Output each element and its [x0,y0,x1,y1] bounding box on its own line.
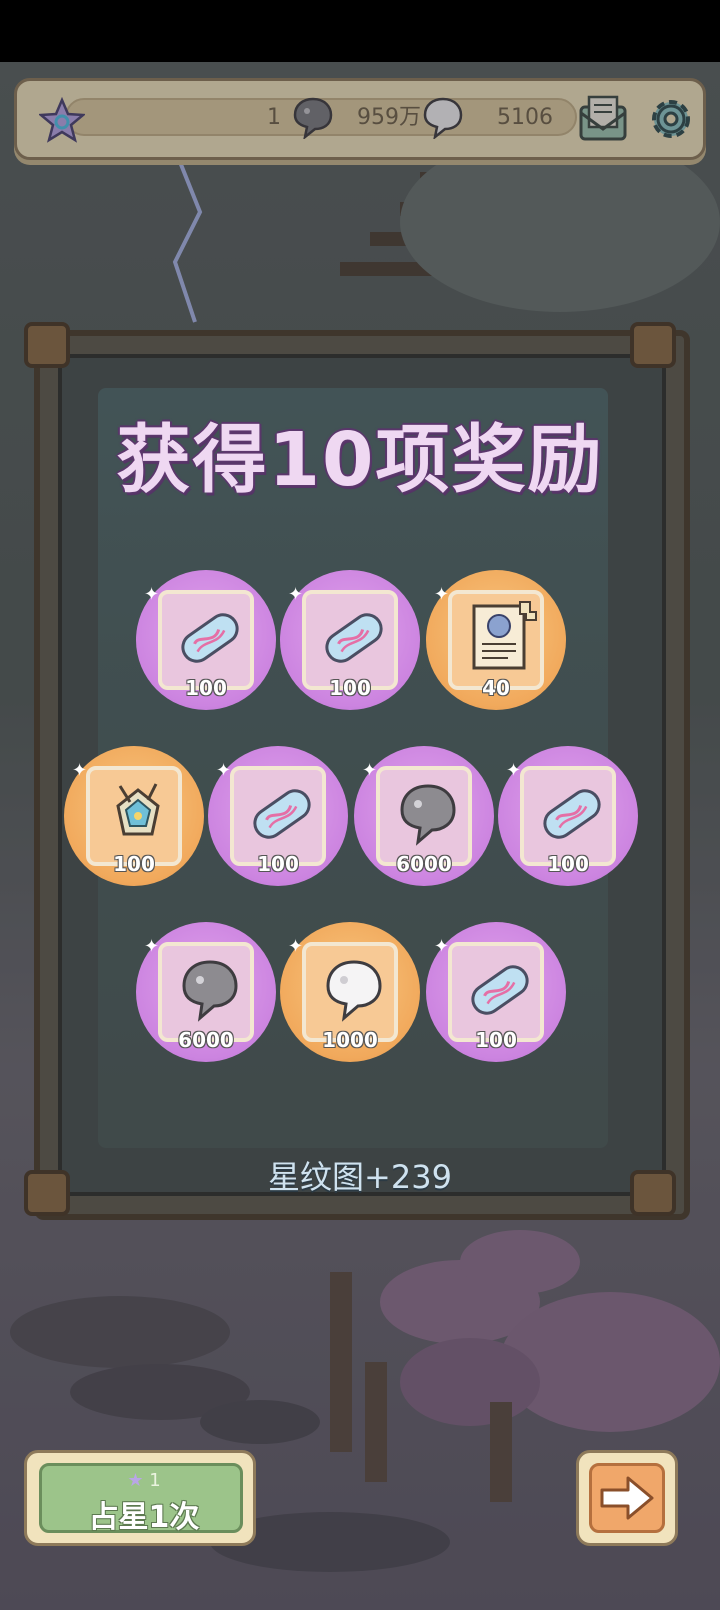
reward-item[interactable]: 100 ✦ [498,746,638,886]
speech-blob-icon [316,952,392,1028]
reward-card [448,590,544,690]
reward-card [448,942,544,1042]
reward-quantity: 100 [329,676,371,700]
reward-item[interactable]: 100 ✦ [64,746,204,886]
sparkle-icon: ✦ [506,760,522,781]
reward-card [302,590,398,690]
reward-card [158,590,254,690]
capsule-icon [316,600,392,676]
sparkle-icon: ✦ [288,936,304,957]
reward-quantity: 100 [475,1028,517,1052]
reward-quantity: 40 [482,676,510,700]
reward-card [520,766,616,866]
reward-dialog-title: 获得10项奖励 [116,417,604,503]
reward-item[interactable]: 100 ✦ [208,746,348,886]
reward-card [376,766,472,866]
reward-card [230,766,326,866]
sparkle-icon: ✦ [216,760,232,781]
astrology-once-label: 占星1次 [88,1500,200,1535]
reward-quantity: 6000 [396,852,452,876]
cost-value: 1 [149,1470,161,1491]
sparkle-icon: ✦ [144,936,160,957]
reward-card [302,942,398,1042]
arrow-right-icon [600,1476,654,1520]
status-bar [0,0,720,62]
reward-quantity: 100 [185,676,227,700]
sparkle-icon: ✦ [434,584,450,605]
reward-quantity: 1000 [322,1028,378,1052]
astrology-once-button-face[interactable]: ★ 1 占星1次 [39,1463,246,1535]
sparkle-icon: ✦ [144,584,160,605]
capsule-icon [462,952,538,1028]
reward-item[interactable]: 100 ✦ [136,570,276,710]
capsule-icon [172,600,248,676]
reward-card [158,942,254,1042]
reward-card [86,766,182,866]
reward-item[interactable]: 100 ✦ [280,570,420,710]
reward-item[interactable]: 40 ✦ [426,570,566,710]
reward-item[interactable]: 1000 ✦ [280,922,420,1062]
scroll-icon [462,600,538,676]
next-button-face[interactable] [589,1463,665,1533]
reward-summary: 星纹图+239 [268,1158,452,1196]
capsule-icon [534,776,610,852]
reward-item[interactable]: 6000 ✦ [136,922,276,1062]
blob-icon [390,776,466,852]
reward-quantity: 100 [257,852,299,876]
astrology-once-button[interactable]: ★ 1 占星1次 [24,1450,256,1546]
relic-icon [100,776,176,852]
sparkle-icon: ✦ [72,760,88,781]
reward-item[interactable]: 100 ✦ [426,922,566,1062]
capsule-icon [244,776,320,852]
next-button[interactable] [576,1450,678,1546]
sparkle-icon: ✦ [362,760,378,781]
reward-item[interactable]: 6000 ✦ [354,746,494,886]
sparkle-icon: ✦ [434,936,450,957]
reward-quantity: 100 [547,852,589,876]
astrology-cost: ★ 1 [42,1470,246,1491]
reward-quantity: 6000 [178,1028,234,1052]
star-cost-icon: ★ [127,1470,144,1491]
sparkle-icon: ✦ [288,584,304,605]
blob-icon [172,952,248,1028]
reward-quantity: 100 [113,852,155,876]
